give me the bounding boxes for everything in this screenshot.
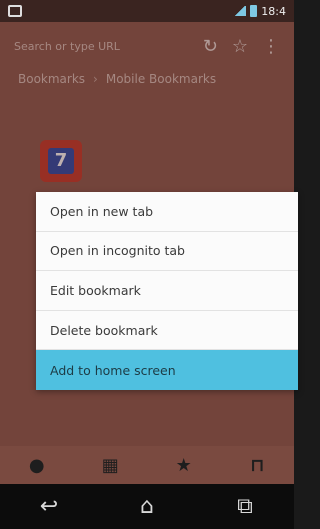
status-indicators: 18:4 — [234, 5, 286, 18]
menu-item-add-to-home-screen[interactable]: Add to home screen — [36, 350, 298, 390]
recent-apps-icon[interactable]: ⧉ — [225, 494, 265, 519]
back-icon[interactable]: ↩ — [29, 494, 69, 519]
battery-icon — [250, 5, 258, 17]
status-time: 18:4 — [261, 4, 286, 18]
menu-item-edit-bookmark[interactable]: Edit bookmark — [36, 271, 298, 311]
status-bar: 18:4 — [0, 0, 294, 22]
navigation-bar: ↩ ⌂ ⧉ — [0, 484, 294, 529]
tabs-icon[interactable]: ⊓ — [246, 455, 268, 476]
bottom-toolbar: ● ▦ ★ ⊓ — [0, 446, 294, 484]
menu-item-open-new-tab[interactable]: Open in new tab — [36, 192, 298, 232]
signal-icon — [234, 6, 247, 16]
chrome-home-icon[interactable]: ● — [26, 455, 48, 476]
grid-icon[interactable]: ▦ — [99, 455, 121, 476]
context-menu: Open in new tab Open in incognito tab Ed… — [36, 192, 298, 390]
notification-icon — [8, 5, 22, 17]
menu-item-open-incognito[interactable]: Open in incognito tab — [36, 232, 298, 272]
menu-item-delete-bookmark[interactable]: Delete bookmark — [36, 311, 298, 351]
star-icon[interactable]: ★ — [173, 455, 195, 476]
home-icon[interactable]: ⌂ — [127, 494, 167, 519]
